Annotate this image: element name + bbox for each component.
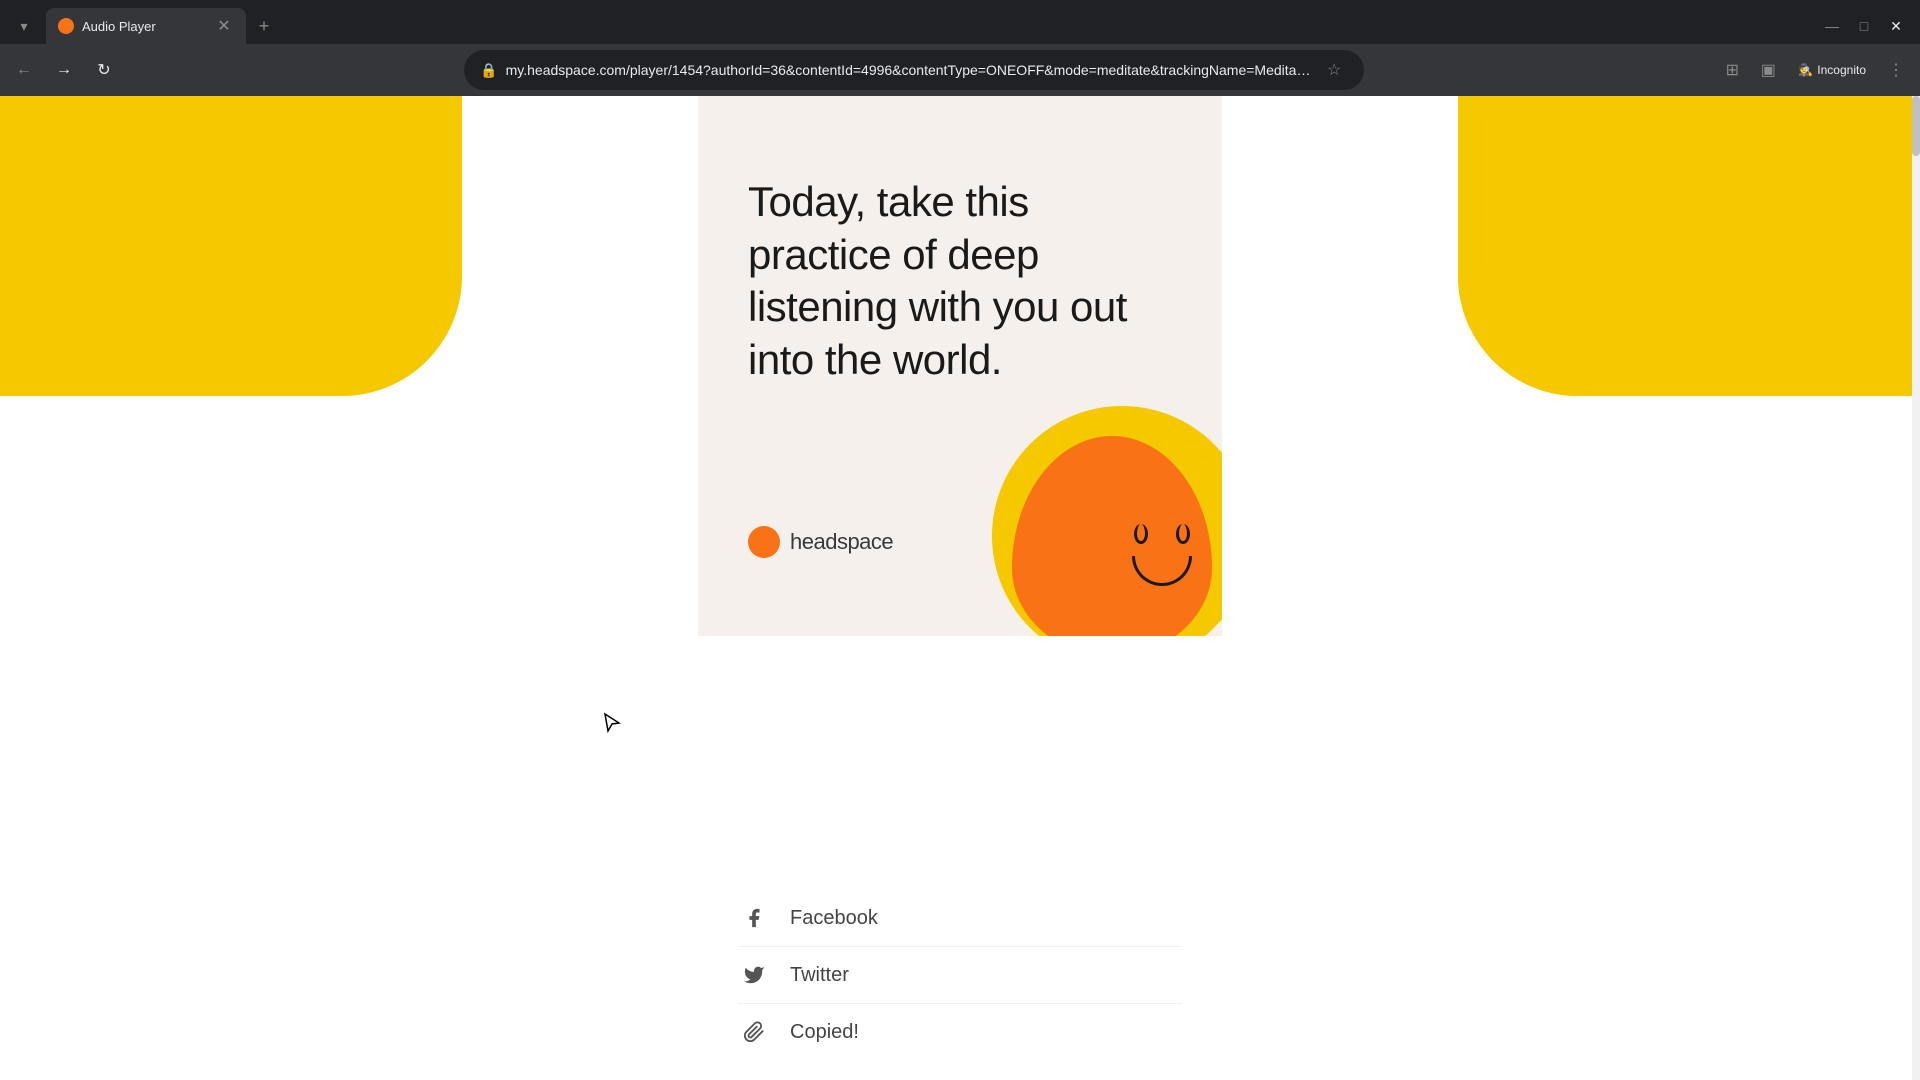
incognito-badge[interactable]: 🕵 Incognito [1788,59,1876,81]
headspace-name: headspace [790,529,893,555]
minimize-button[interactable]: — [1818,12,1846,40]
card-quote-text: Today, take this practice of deep listen… [748,176,1182,386]
active-tab[interactable]: Audio Player ✕ [46,8,246,44]
bg-yellow-right [1458,96,1920,396]
mouse-cursor [600,711,624,735]
window-controls: — □ ✕ [1818,12,1920,40]
omnibox-action-icons: ☆ [1320,56,1348,84]
headspace-logo: headspace [748,526,893,558]
bg-white-right [1458,396,1920,1080]
illus-face [1132,524,1192,586]
headspace-dot [748,526,780,558]
tab-bar-left: ▾ [0,12,38,40]
face-eyes [1132,524,1192,544]
content-card: Today, take this practice of deep listen… [698,96,1222,636]
copied-label: Copied! [790,1021,859,1044]
tab-title: Audio Player [82,19,206,34]
face-right-eye [1176,524,1190,544]
facebook-share-button[interactable]: Facebook [738,890,1182,947]
profile-arrow[interactable]: ▾ [10,12,38,40]
page-content: Today, take this practice of deep listen… [0,96,1920,1080]
scrollbar-thumb[interactable] [1912,96,1920,156]
scrollbar[interactable] [1912,96,1920,1080]
forward-button[interactable]: → [48,54,80,86]
bg-yellow-left [0,96,462,396]
copy-icon [738,1016,770,1048]
bookmark-icon[interactable]: ☆ [1320,56,1348,84]
extensions-button[interactable]: ⊞ [1716,54,1748,86]
browser-chrome: ▾ Audio Player ✕ + — □ ✕ ← [0,0,1920,96]
close-button[interactable]: ✕ [1882,12,1910,40]
sidebar-button[interactable]: ▣ [1752,54,1784,86]
social-share-area: Facebook Twitter Copied! [698,870,1222,1080]
toolbar-right: ⊞ ▣ 🕵 Incognito ⋮ [1716,54,1912,86]
more-button[interactable]: ⋮ [1880,54,1912,86]
twitter-share-button[interactable]: Twitter [738,947,1182,1004]
tab-bar: ▾ Audio Player ✕ + — □ ✕ [0,0,1920,44]
facebook-label: Facebook [790,907,878,930]
face-left-eye [1134,524,1148,544]
twitter-icon [738,959,770,991]
facebook-icon [738,902,770,934]
lock-icon: 🔒 [480,62,497,79]
twitter-label: Twitter [790,964,849,987]
omnibox[interactable]: 🔒 my.headspace.com/player/1454?authorId=… [464,50,1364,90]
face-smile [1132,556,1192,586]
omnibox-bar: ← → ↻ 🔒 my.headspace.com/player/1454?aut… [0,44,1920,96]
card-illustration [912,376,1222,636]
url-display: my.headspace.com/player/1454?authorId=36… [506,62,1313,78]
reload-button[interactable]: ↻ [88,54,120,86]
back-button[interactable]: ← [8,54,40,86]
maximize-button[interactable]: □ [1850,12,1878,40]
bg-white-left [0,396,462,1080]
copy-link-button[interactable]: Copied! [738,1004,1182,1060]
tab-favicon [58,18,74,34]
new-tab-button[interactable]: + [250,12,278,40]
tab-close-button[interactable]: ✕ [214,16,234,36]
